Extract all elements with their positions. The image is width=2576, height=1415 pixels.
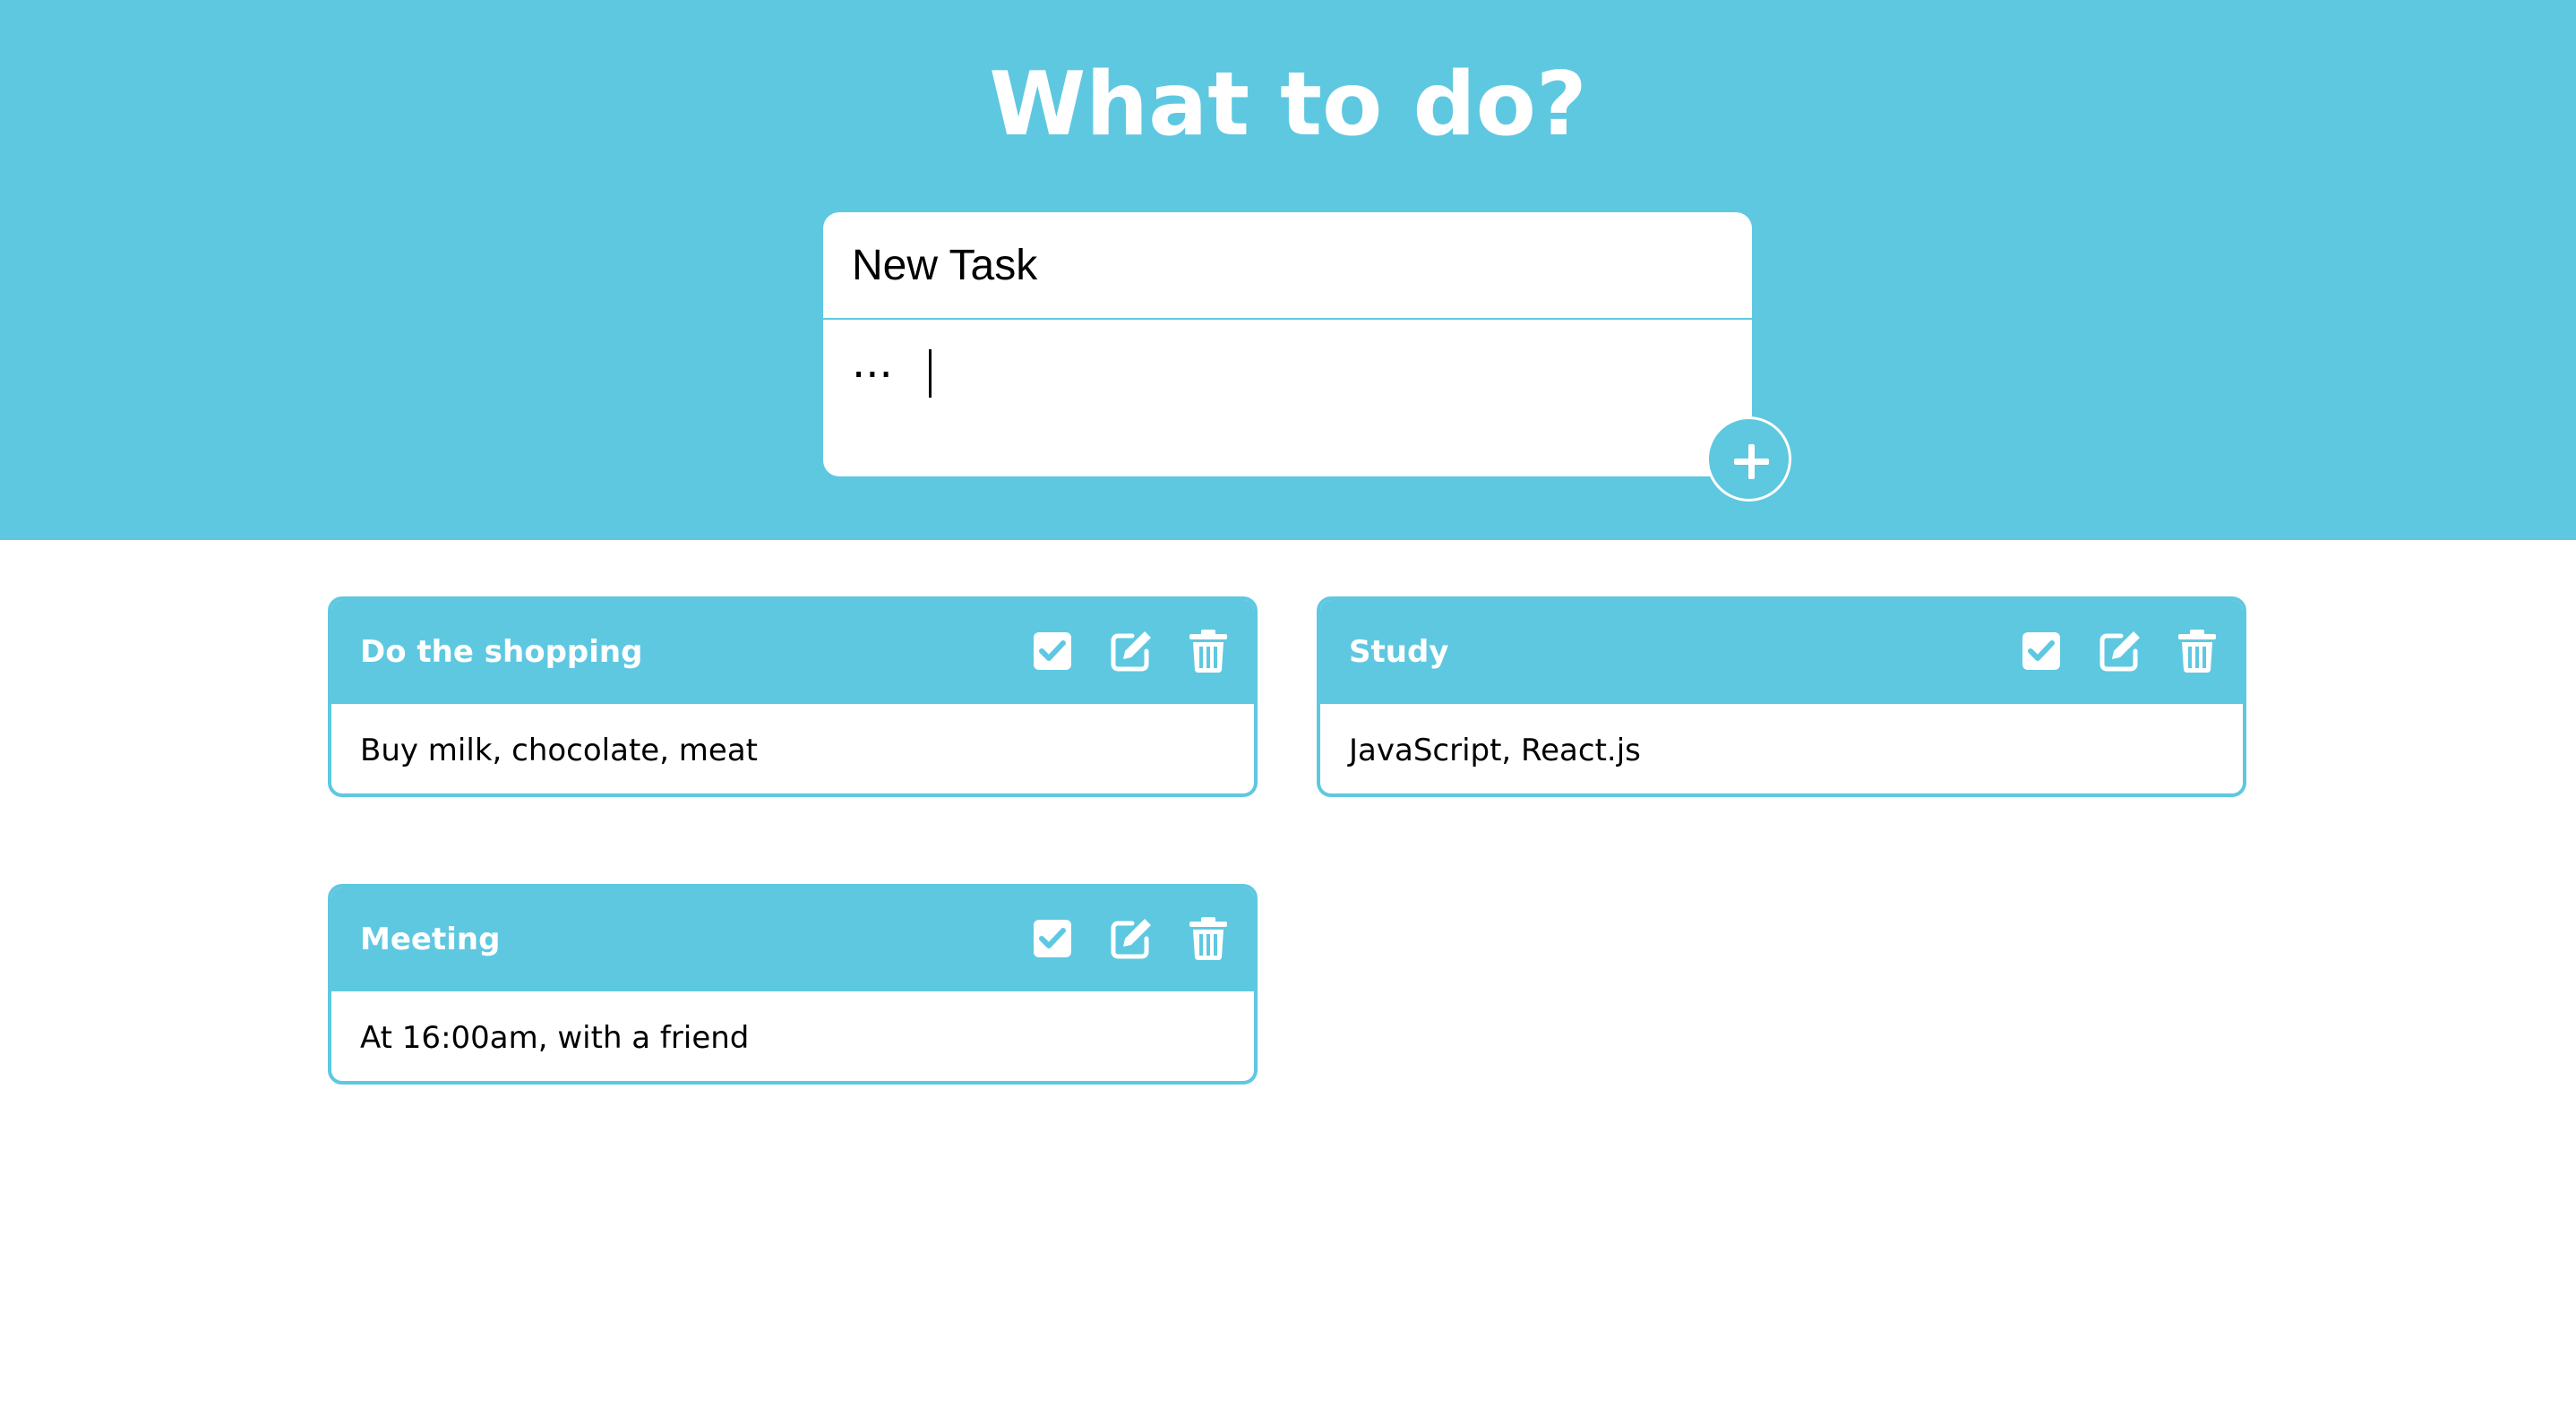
check-square-icon[interactable] (2019, 629, 2064, 673)
add-task-button[interactable] (1706, 416, 1791, 502)
task-card-header: Do the shopping (331, 600, 1254, 704)
check-square-icon[interactable] (1030, 916, 1075, 961)
task-title: Study (1349, 634, 1449, 670)
new-task-form (823, 212, 1752, 476)
task-card-study: Study JavaScript, React.js (1317, 596, 2246, 797)
trash-icon[interactable] (1186, 629, 1231, 673)
edit-icon[interactable] (1109, 629, 1154, 673)
trash-icon[interactable] (1186, 916, 1231, 961)
task-card-header: Study (1320, 600, 2243, 704)
task-card-do-the-shopping: Do the shopping Buy milk, chocolate, mea… (328, 596, 1258, 797)
plus-icon (1734, 444, 1769, 479)
task-title: Meeting (360, 922, 501, 957)
app-header: What to do? (0, 0, 2576, 540)
task-description: At 16:00am, with a friend (360, 1020, 750, 1056)
edit-icon[interactable] (1109, 916, 1154, 961)
task-description: JavaScript, React.js (1349, 733, 1641, 768)
text-cursor (929, 349, 932, 398)
check-square-icon[interactable] (1030, 629, 1075, 673)
page-title: What to do? (989, 54, 1587, 156)
task-title-input[interactable] (823, 212, 1752, 320)
task-description-input[interactable] (823, 320, 1752, 476)
task-title: Do the shopping (360, 634, 643, 670)
task-description: Buy milk, chocolate, meat (360, 733, 759, 768)
task-card-meeting: Meeting At 16:00am, with a friend (328, 884, 1258, 1085)
task-card-header: Meeting (331, 888, 1254, 991)
trash-icon[interactable] (2175, 629, 2220, 673)
edit-icon[interactable] (2098, 629, 2142, 673)
